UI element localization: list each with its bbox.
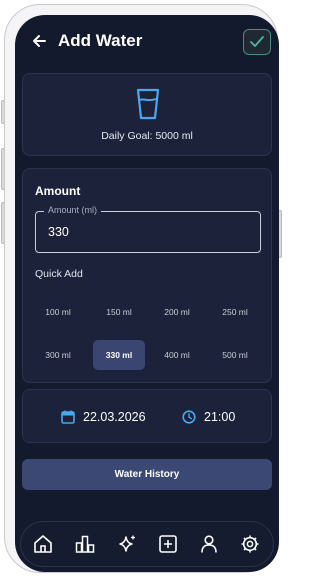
quick-add-option[interactable]: 100 ml (32, 297, 84, 327)
date-value: 22.03.2026 (83, 410, 146, 424)
page-title: Add Water (58, 31, 143, 50)
amount-section-title: Amount (35, 184, 81, 198)
bottom-nav (20, 521, 274, 567)
quick-add-option[interactable]: 300 ml (32, 340, 84, 370)
back-button[interactable] (29, 31, 49, 51)
quick-add-option[interactable]: 500 ml (209, 340, 261, 370)
quick-add-option-selected[interactable]: 330 ml (93, 340, 145, 370)
sparkle-icon (119, 535, 135, 552)
nav-home[interactable] (32, 533, 54, 555)
calendar-icon (61, 410, 75, 424)
amount-field-label: Amount (ml) (44, 205, 102, 215)
confirm-button[interactable] (243, 29, 271, 55)
add-square-icon (159, 535, 177, 553)
amount-card: Amount Amount (ml) 330 Quick Add 100 ml … (22, 168, 272, 383)
time-picker[interactable]: 21:00 (182, 407, 235, 427)
nav-add[interactable] (157, 533, 179, 555)
quick-add-label: Quick Add (35, 268, 83, 280)
settings-icon (241, 535, 259, 553)
amount-field-value: 330 (48, 225, 69, 239)
app-screen: Add Water Daily Goal: 5000 ml Amount Amo… (15, 15, 279, 572)
nav-profile[interactable] (198, 533, 220, 555)
amount-input[interactable]: Amount (ml) 330 (35, 205, 261, 253)
quick-add-option[interactable]: 150 ml (93, 297, 145, 327)
date-picker[interactable]: 22.03.2026 (61, 407, 146, 427)
nav-settings[interactable] (239, 533, 261, 555)
water-glass-icon (136, 88, 160, 120)
date-time-card: 22.03.2026 21:00 (22, 389, 272, 443)
home-icon (34, 535, 52, 553)
quick-add-option[interactable]: 400 ml (151, 340, 203, 370)
quick-add-option[interactable]: 250 ml (209, 297, 261, 327)
check-icon (250, 36, 264, 47)
quick-add-option[interactable]: 200 ml (151, 297, 203, 327)
profile-icon (201, 535, 217, 553)
water-history-button[interactable]: Water History (22, 459, 272, 490)
app-header: Add Water (15, 15, 279, 73)
daily-goal-card: Daily Goal: 5000 ml (22, 73, 272, 156)
phone-frame: Add Water Daily Goal: 5000 ml Amount Amo… (4, 4, 279, 573)
stats-icon (75, 535, 95, 553)
arrow-left-icon (33, 35, 46, 47)
nav-sparkle[interactable] (116, 533, 138, 555)
clock-icon (182, 410, 196, 424)
nav-stats[interactable] (74, 533, 96, 555)
daily-goal-text: Daily Goal: 5000 ml (101, 130, 193, 142)
time-value: 21:00 (204, 410, 236, 424)
